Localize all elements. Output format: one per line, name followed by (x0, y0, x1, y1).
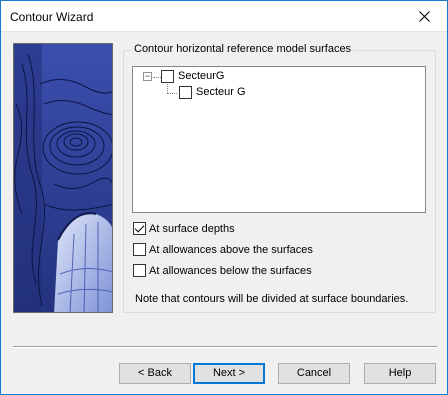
wizard-side-image (13, 43, 113, 313)
cancel-button[interactable]: Cancel (278, 363, 350, 384)
tree-connector-child (167, 93, 177, 94)
tree-child-label[interactable]: Secteur G (196, 86, 246, 98)
surface-depths-checkbox[interactable] (133, 222, 146, 235)
contours-note: Note that contours will be divided at su… (135, 293, 409, 305)
contour-wizard-window: Contour Wizard Contour horizontal refere… (0, 0, 448, 395)
surfaces-tree[interactable]: − SecteurG Secteur G (132, 66, 426, 213)
allowances-above-label[interactable]: At allowances above the surfaces (149, 244, 313, 256)
next-button[interactable]: Next > (193, 363, 265, 384)
groupbox-label: Contour horizontal reference model surfa… (131, 43, 355, 55)
close-icon (418, 11, 430, 22)
window-title: Contour Wizard (10, 10, 94, 24)
back-button[interactable]: < Back (119, 363, 191, 384)
surface-depths-label[interactable]: At surface depths (149, 223, 235, 235)
tree-connector (153, 77, 161, 78)
title-bar[interactable]: Contour Wizard (1, 1, 447, 32)
close-button[interactable] (401, 1, 447, 32)
tree-root-checkbox[interactable] (161, 70, 174, 83)
tree-child-checkbox[interactable] (179, 86, 192, 99)
tree-root-label[interactable]: SecteurG (178, 70, 224, 82)
allowances-above-checkbox[interactable] (133, 243, 146, 256)
tree-collapse-icon[interactable]: − (143, 72, 152, 81)
tree-connector-vertical (167, 84, 168, 93)
footer-divider (13, 346, 437, 348)
allowances-below-label[interactable]: At allowances below the surfaces (149, 265, 312, 277)
allowances-below-checkbox[interactable] (133, 264, 146, 277)
help-button[interactable]: Help (364, 363, 436, 384)
